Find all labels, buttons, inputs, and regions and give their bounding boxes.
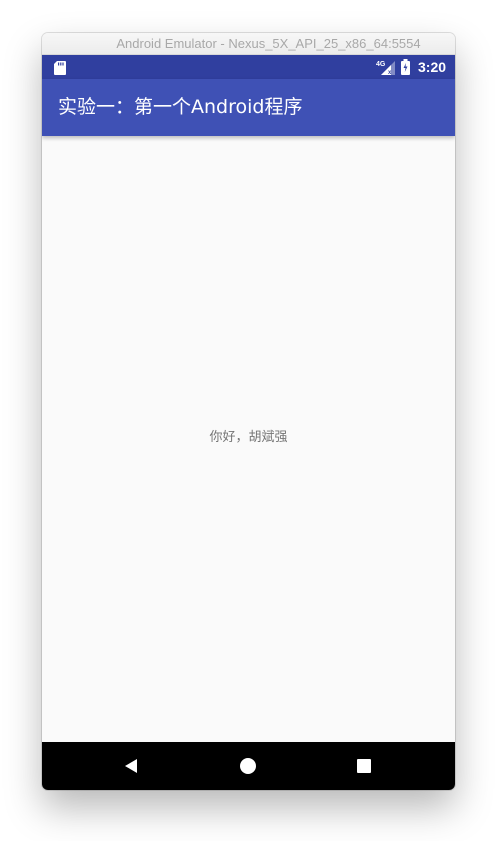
status-clock: 3:20	[418, 59, 447, 75]
home-circle-icon	[240, 758, 256, 774]
back-button[interactable]	[122, 756, 142, 776]
greeting-text: 你好，胡斌强	[209, 430, 288, 445]
recents-button[interactable]	[354, 756, 374, 776]
window-titlebar[interactable]: Android Emulator - Nexus_5X_API_25_x86_6…	[42, 33, 455, 55]
sd-card-icon	[54, 60, 66, 75]
android-nav-bar	[42, 742, 455, 790]
battery-icon	[401, 59, 410, 75]
back-triangle-icon	[125, 759, 137, 773]
emulator-window: Android Emulator - Nexus_5X_API_25_x86_6…	[42, 33, 455, 790]
app-bar: 实验一：第一个Android程序	[42, 79, 455, 136]
cell-signal-icon: 4G x	[376, 59, 396, 76]
android-status-bar[interactable]: 4G x 3:20	[42, 55, 455, 79]
window-title: Android Emulator - Nexus_5X_API_25_x86_6…	[116, 36, 421, 51]
home-button[interactable]	[238, 756, 258, 776]
main-content: 你好，胡斌强	[42, 136, 455, 742]
network-type-label: 4G	[376, 61, 386, 68]
recents-square-icon	[357, 759, 371, 773]
app-title: 实验一：第一个Android程序	[58, 96, 303, 118]
